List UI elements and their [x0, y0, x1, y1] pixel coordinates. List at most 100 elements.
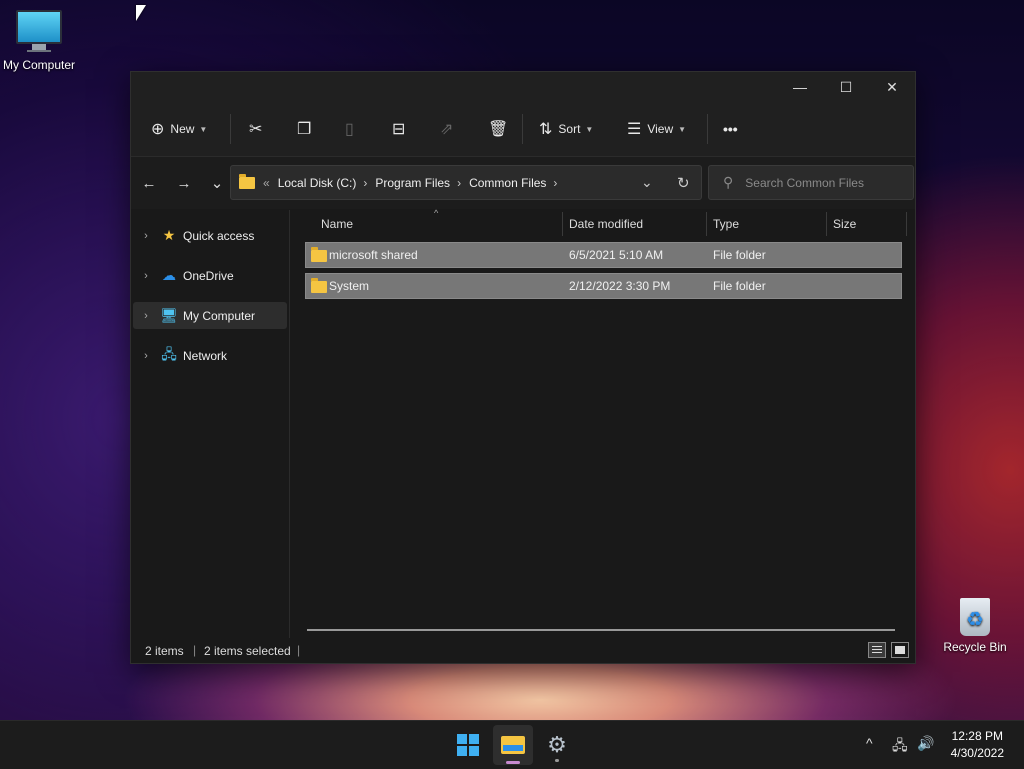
- chevron-right-icon[interactable]: ›: [133, 230, 159, 242]
- breadcrumb-separator[interactable]: ›: [553, 176, 557, 190]
- chevron-down-icon: ▼: [585, 124, 594, 134]
- more-options-button[interactable]: •••: [723, 116, 738, 142]
- rename-button[interactable]: ⊟: [392, 116, 411, 142]
- breadcrumb-separator[interactable]: ›: [363, 176, 367, 190]
- sidebar-item-quick-access[interactable]: › ★ Quick access: [133, 222, 287, 249]
- sidebar-item-label: My Computer: [183, 308, 256, 323]
- delete-button[interactable]: 🗑: [488, 116, 514, 142]
- cut-icon: ✂: [249, 121, 263, 138]
- star-icon: ★: [162, 227, 176, 243]
- details-view-button[interactable]: [868, 642, 886, 658]
- command-bar: ⊕ New ▼ ✂ ❐ ▯ ⊟ ⇗ 🗑 ⇅ Sort ▼ ☰ View ▼ ••…: [131, 102, 915, 157]
- sidebar-item-my-computer[interactable]: › 🖥 My Computer: [133, 302, 287, 329]
- toolbar-divider: [707, 114, 708, 144]
- network-status-icon[interactable]: 🖧: [892, 735, 908, 759]
- copy-icon: ❐: [297, 121, 312, 138]
- mouse-cursor: [136, 5, 146, 21]
- settings-taskbar-button[interactable]: ⚙: [537, 725, 577, 765]
- column-header-date[interactable]: Date modified: [569, 210, 643, 238]
- file-row[interactable]: System 2/12/2022 3:30 PM File folder: [305, 273, 902, 299]
- column-divider[interactable]: [706, 212, 707, 236]
- minimize-button[interactable]: —: [777, 72, 823, 102]
- share-button[interactable]: ⇗: [440, 116, 459, 142]
- monitor-icon: [0, 10, 78, 52]
- sidebar-item-label: Quick access: [183, 228, 255, 243]
- system-clock[interactable]: 12:28 PM 4/30/2022: [951, 728, 1004, 762]
- breadcrumb-common-files[interactable]: Common Files: [469, 176, 546, 190]
- paste-button[interactable]: ▯: [345, 116, 360, 142]
- sort-icon: ⇅: [539, 121, 553, 138]
- column-divider[interactable]: [562, 212, 563, 236]
- title-bar[interactable]: — ☐ ✕: [131, 72, 915, 102]
- file-row[interactable]: microsoft shared 6/5/2021 5:10 AM File f…: [305, 242, 902, 268]
- file-date: 6/5/2021 5:10 AM: [569, 248, 664, 262]
- delete-icon: 🗑: [488, 121, 509, 138]
- forward-button[interactable]: →: [172, 171, 196, 195]
- column-header-size[interactable]: Size: [833, 210, 856, 238]
- start-button[interactable]: [448, 725, 488, 765]
- desktop-icon-my-computer[interactable]: My Computer: [0, 10, 78, 72]
- address-dropdown-button[interactable]: ⌄: [641, 174, 653, 191]
- desktop-icon-recycle-bin[interactable]: Recycle Bin: [940, 598, 1010, 654]
- desktop-icon-label: My Computer: [2, 58, 76, 72]
- paste-icon: ▯: [345, 121, 354, 138]
- status-divider: |: [297, 643, 301, 657]
- file-type: File folder: [713, 279, 766, 293]
- breadcrumb-separator[interactable]: ›: [457, 176, 461, 190]
- toolbar-divider: [522, 114, 523, 144]
- back-button[interactable]: ←: [137, 171, 161, 195]
- chevron-right-icon[interactable]: ›: [133, 310, 159, 322]
- cut-button[interactable]: ✂: [249, 116, 268, 142]
- recent-locations-button[interactable]: ⌄: [205, 171, 229, 195]
- show-hidden-icons-button[interactable]: ^: [866, 735, 873, 751]
- copy-button[interactable]: ❐: [297, 116, 317, 142]
- close-button[interactable]: ✕: [869, 72, 915, 102]
- file-explorer-window: — ☐ ✕ ⊕ New ▼ ✂ ❐ ▯ ⊟ ⇗ 🗑 ⇅ Sort ▼ ☰ Vie…: [130, 71, 916, 664]
- toolbar-divider: [230, 114, 231, 144]
- large-icons-view-button[interactable]: [891, 642, 909, 658]
- sidebar-item-network[interactable]: › 🖧 Network: [133, 342, 287, 369]
- sidebar-item-label: OneDrive: [183, 268, 234, 283]
- selected-count: 2 items selected: [204, 644, 291, 658]
- horizontal-scrollbar[interactable]: [307, 629, 895, 631]
- folder-icon: [311, 278, 327, 293]
- sort-label: Sort: [558, 122, 581, 136]
- breadcrumb-local-disk[interactable]: Local Disk (C:): [278, 176, 357, 190]
- desktop-icon-label: Recycle Bin: [943, 640, 1007, 654]
- start-icon: [457, 734, 479, 756]
- address-bar[interactable]: « Local Disk (C:) › Program Files › Comm…: [230, 165, 702, 200]
- taskbar: ⚙ ^ 🖧 🔊 12:28 PM 4/30/2022: [0, 720, 1024, 769]
- maximize-button[interactable]: ☐: [823, 72, 869, 102]
- new-label: New: [170, 122, 195, 136]
- sidebar-item-label: Network: [183, 348, 228, 363]
- sort-button[interactable]: ⇅ Sort ▼: [539, 116, 593, 142]
- chevron-down-icon: ▼: [199, 124, 208, 134]
- sidebar-item-onedrive[interactable]: › ☁ OneDrive: [133, 262, 287, 289]
- details-view-icon: [872, 646, 882, 647]
- search-box[interactable]: ⚲: [708, 165, 914, 200]
- search-input[interactable]: [743, 174, 908, 191]
- view-button[interactable]: ☰ View ▼: [627, 116, 686, 142]
- column-divider[interactable]: [826, 212, 827, 236]
- volume-icon[interactable]: 🔊: [917, 735, 934, 752]
- breadcrumb-program-files[interactable]: Program Files: [375, 176, 450, 190]
- file-list: ^ Name Date modified Type Size microsoft…: [290, 208, 915, 638]
- file-date: 2/12/2022 3:30 PM: [569, 279, 671, 293]
- column-divider[interactable]: [906, 212, 907, 236]
- network-icon: 🖧: [161, 345, 177, 362]
- chevron-down-icon: ▼: [678, 124, 687, 134]
- chevron-right-icon[interactable]: ›: [133, 270, 159, 282]
- status-divider: |: [193, 643, 197, 657]
- column-header-type[interactable]: Type: [713, 210, 739, 238]
- refresh-button[interactable]: ↻: [677, 174, 690, 192]
- file-name: System: [329, 279, 370, 293]
- column-header-name[interactable]: Name: [321, 210, 353, 238]
- large-icons-view-icon: [895, 646, 905, 654]
- breadcrumb-overflow[interactable]: «: [263, 176, 270, 190]
- chevron-right-icon[interactable]: ›: [133, 350, 159, 362]
- new-button[interactable]: ⊕ New ▼: [151, 116, 207, 142]
- folder-icon: [311, 247, 327, 262]
- view-label: View: [647, 122, 674, 136]
- share-icon: ⇗: [440, 121, 454, 138]
- file-explorer-taskbar-button[interactable]: [493, 725, 533, 765]
